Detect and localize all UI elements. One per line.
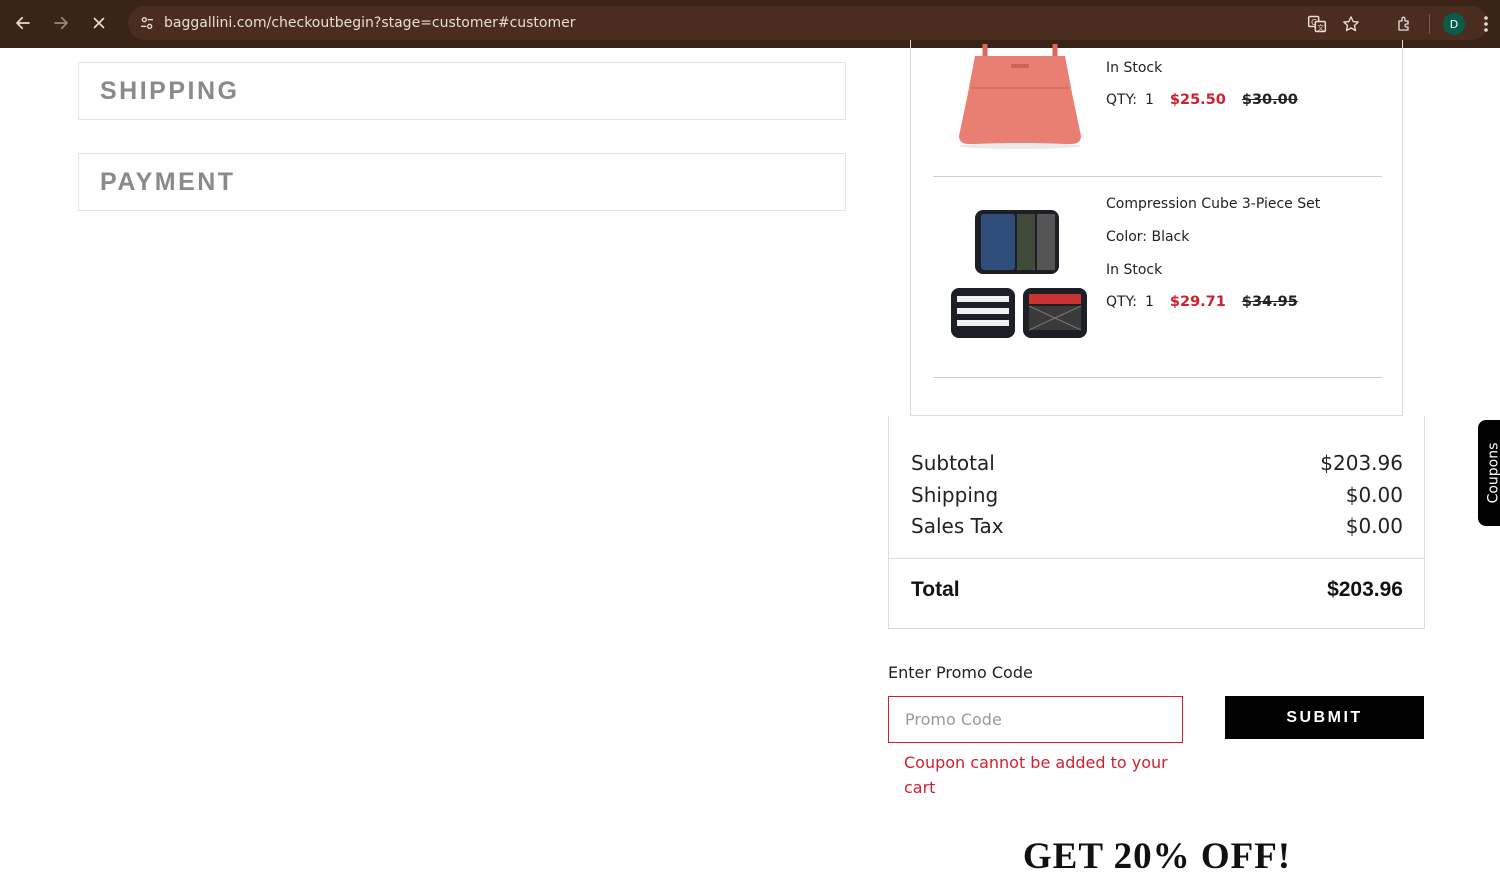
shipping-row: Shipping $0.00 [911, 483, 1403, 507]
total-divider [889, 558, 1424, 559]
shipping-label: Shipping [911, 483, 999, 507]
shipping-value: $0.00 [1345, 483, 1403, 507]
toolbar-separator [1429, 14, 1430, 34]
shipping-heading: SHIPPING [100, 77, 240, 105]
forward-button[interactable] [42, 4, 80, 42]
promo-code-label: Enter Promo Code [888, 663, 1033, 682]
tote-bag-image [959, 44, 1081, 149]
avatar: D [1443, 13, 1465, 35]
sale-price: $29.71 [1169, 294, 1226, 310]
total-label: Total [911, 578, 960, 601]
coupons-side-tab[interactable]: Coupons [1478, 420, 1500, 526]
product-color: Color: Black [1106, 229, 1190, 245]
svg-text:文: 文 [1317, 23, 1324, 32]
promo-error-message: Coupon cannot be added to your cart [904, 753, 1168, 797]
stock-status: In Stock [1106, 60, 1163, 76]
sale-price: $25.50 [1169, 92, 1226, 108]
total-row: Total $203.96 [911, 578, 1403, 602]
payment-heading: PAYMENT [100, 168, 236, 196]
item-divider [933, 176, 1382, 177]
profile-button[interactable]: D [1436, 0, 1472, 48]
address-bar[interactable]: baggallini.com/checkoutbegin?stage=custo… [128, 6, 1488, 40]
subtotal-label: Subtotal [911, 451, 995, 475]
url-text[interactable]: baggallini.com/checkoutbegin?stage=custo… [164, 15, 576, 31]
total-value: $203.96 [1327, 578, 1403, 601]
arrow-right-icon [54, 16, 68, 30]
qty-price-row: QTY: 1 $29.71 $34.95 [1106, 294, 1298, 310]
cart-items-box: In Stock QTY: 1 $25.50 $30.00 Compressio… [910, 40, 1403, 416]
sales-tax-label: Sales Tax [911, 514, 1004, 538]
qty-value: 1 [1144, 92, 1154, 108]
coupons-tab-label: Coupons [1485, 442, 1500, 504]
translate-icon: G文 [1307, 15, 1327, 33]
menu-button[interactable] [1472, 0, 1500, 48]
sales-tax-value: $0.00 [1345, 514, 1403, 538]
payment-section[interactable]: PAYMENT [78, 153, 846, 211]
promo-code-input[interactable] [888, 696, 1183, 743]
item-divider [933, 377, 1382, 378]
stock-status: In Stock [1106, 262, 1163, 278]
star-icon [1343, 16, 1359, 32]
subtotal-row: Subtotal $203.96 [911, 451, 1403, 475]
site-info-button[interactable] [130, 6, 164, 40]
qty-price-row: QTY: 1 $25.50 $30.00 [1106, 92, 1298, 108]
stop-loading-button[interactable] [80, 4, 118, 42]
submit-promo-button[interactable]: SUBMIT [1225, 696, 1424, 739]
original-price: $34.95 [1241, 294, 1298, 310]
back-button[interactable] [4, 4, 42, 42]
tune-icon [141, 16, 153, 29]
original-price: $30.00 [1241, 92, 1298, 108]
puzzle-icon [1398, 16, 1409, 31]
qty-value: 1 [1144, 294, 1154, 310]
subtotal-value: $203.96 [1320, 451, 1403, 475]
arrow-left-icon [16, 16, 30, 30]
order-summary: Subtotal $203.96 Shipping $0.00 Sales Ta… [888, 416, 1425, 629]
product-image-compression-cubes[interactable] [945, 204, 1095, 344]
more-vertical-icon [1484, 16, 1488, 32]
close-icon [93, 17, 105, 29]
qty-label: QTY: [1106, 92, 1137, 108]
qty-label: QTY: [1106, 294, 1137, 310]
shipping-section[interactable]: SHIPPING [78, 62, 846, 120]
product-name[interactable]: Compression Cube 3-Piece Set [1106, 196, 1320, 212]
compression-cubes-image [951, 210, 1087, 338]
discount-banner: GET 20% OFF! [1022, 836, 1292, 877]
product-image-tote[interactable] [945, 38, 1095, 150]
sales-tax-row: Sales Tax $0.00 [911, 514, 1403, 538]
